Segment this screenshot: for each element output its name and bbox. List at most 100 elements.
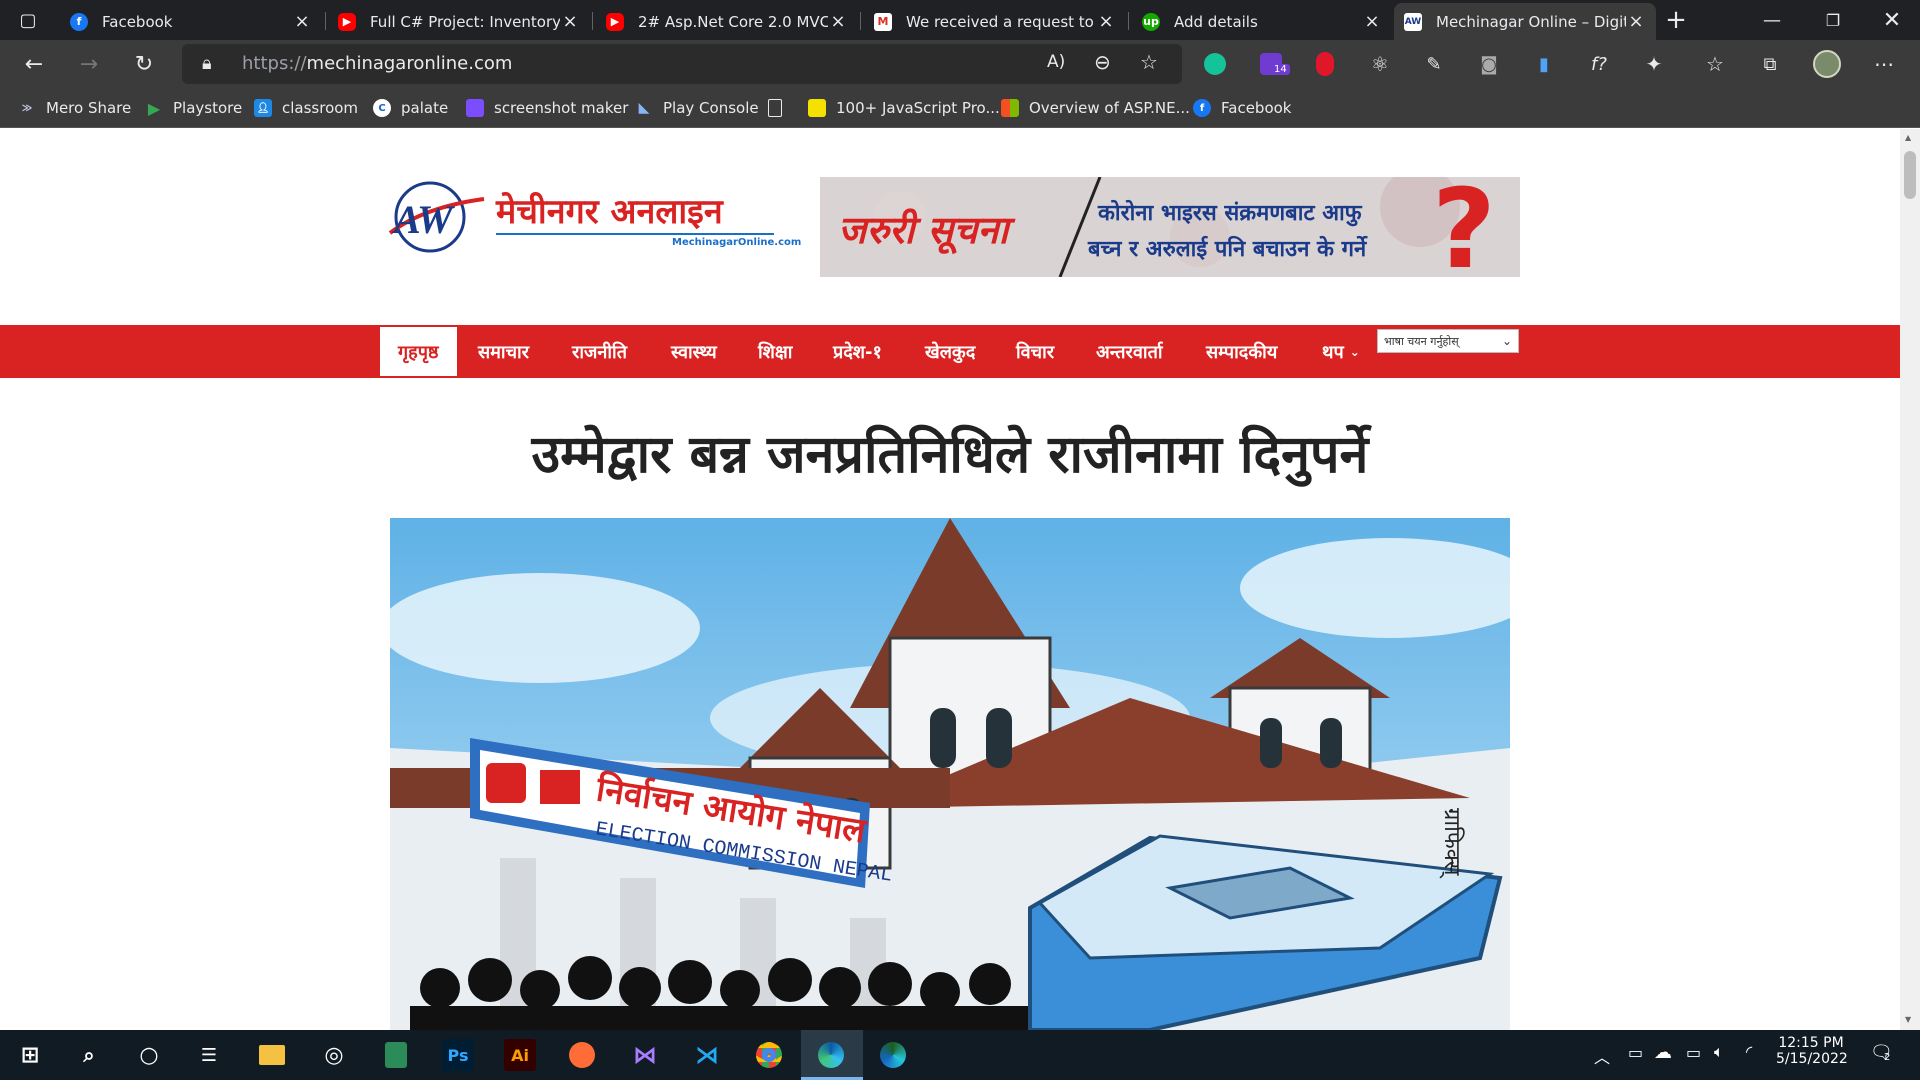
nav-health[interactable]: स्वास्थ्य <box>671 325 717 378</box>
grammarly-icon[interactable] <box>1199 48 1231 80</box>
new-tab-icon[interactable]: + <box>1660 4 1692 36</box>
onedrive-icon[interactable]: ☁ <box>1654 1042 1672 1063</box>
nav-interview[interactable]: अन्तरवार्ता <box>1096 325 1163 378</box>
minimize-icon[interactable]: — <box>1756 4 1788 36</box>
reload-icon[interactable]: ↻ <box>128 48 160 80</box>
nav-politics[interactable]: राजनीति <box>572 325 627 378</box>
nav-more[interactable]: थप ⌄ <box>1322 325 1360 378</box>
tab-gmail[interactable]: M We received a request to up × <box>864 3 1126 40</box>
edge-icon[interactable] <box>815 1039 847 1071</box>
url-text[interactable]: https://mechinagaronline.com <box>242 53 512 74</box>
logo-underline <box>496 233 774 235</box>
extension-red-icon[interactable] <box>1309 48 1341 80</box>
obs-icon[interactable]: ◎ <box>318 1039 350 1071</box>
nav-education[interactable]: शिक्षा <box>758 325 792 378</box>
close-icon[interactable]: × <box>1362 11 1382 32</box>
back-icon[interactable]: ← <box>18 48 50 80</box>
cortana-icon[interactable]: ○ <box>133 1039 165 1071</box>
bookmark-classroom[interactable]: 👤︎ classroom <box>254 88 358 128</box>
windows-start-icon[interactable]: ⊞ <box>14 1039 46 1071</box>
nav-editorial[interactable]: सम्पादकीय <box>1206 325 1277 378</box>
tab-actions-icon[interactable]: ▢ <box>12 4 44 36</box>
zoom-icon[interactable]: ⊖ <box>1094 50 1111 74</box>
address-bar[interactable]: 🔒︎ https://mechinagaronline.com A) ⊖ ☆ <box>182 44 1182 84</box>
tab-mechinagar-online[interactable]: AW Mechinagar Online – Digita × <box>1394 3 1656 40</box>
tab-facebook[interactable]: f Facebook × <box>60 3 322 40</box>
scroll-up-icon[interactable]: ▲ <box>1905 133 1911 142</box>
photoshop-icon[interactable]: Ps <box>442 1039 474 1071</box>
scroll-down-icon[interactable]: ▼ <box>1905 1015 1911 1024</box>
bookmark-play-console[interactable]: ◣ Play Console <box>635 88 759 128</box>
close-window-icon[interactable]: ✕ <box>1876 4 1908 36</box>
nav-news[interactable]: समाचार <box>478 325 529 378</box>
extensions-icon[interactable]: ✦ <box>1638 48 1670 80</box>
chrome-icon[interactable] <box>753 1039 785 1071</box>
profile-avatar-icon[interactable] <box>1811 48 1843 80</box>
bookmark-aspnet-overview[interactable]: Overview of ASP.NE... <box>1001 88 1190 128</box>
app-installer-icon[interactable] <box>380 1039 412 1071</box>
close-icon[interactable]: × <box>828 11 848 32</box>
page-scrollbar[interactable]: ▲ ▼ <box>1900 129 1920 1030</box>
windows-taskbar: ⊞ ⌕ ○ ☰ ◎ Ps Ai ⋈ ⋊ ︿ ▭ ☁ ▭ 🔈︎ ◜ 12:15 P… <box>0 1030 1920 1080</box>
close-icon[interactable]: × <box>292 11 312 32</box>
corona-notice-banner[interactable]: जरुरी सूचना कोरोना भाइरस संक्रमणबाट आफु … <box>820 177 1520 277</box>
bookmark-javascript-projects[interactable]: 100+ JavaScript Pro... <box>808 88 1000 128</box>
playstore-icon: ▶ <box>147 98 161 118</box>
bookmark-label: Play Console <box>663 99 759 117</box>
visual-studio-icon[interactable]: ⋈ <box>629 1039 661 1071</box>
bookmark-palate[interactable]: Cpalate <box>373 88 448 128</box>
forward-icon[interactable]: → <box>73 48 105 80</box>
meet-now-icon[interactable]: ▭ <box>1628 1043 1643 1062</box>
more-menu-icon[interactable]: ⋯ <box>1868 48 1900 80</box>
close-icon[interactable]: × <box>560 11 580 32</box>
question-mark-icon: ? <box>1432 177 1496 277</box>
collections-icon[interactable]: ⧉ <box>1754 48 1786 80</box>
file-explorer-icon[interactable] <box>256 1039 288 1071</box>
lock-icon[interactable]: 🔒︎ <box>202 53 212 74</box>
bookmark-screenshot-maker[interactable]: screenshot maker <box>466 88 628 128</box>
edge-dev-icon[interactable] <box>877 1039 909 1071</box>
show-hidden-icons-icon[interactable]: ︿ <box>1594 1044 1610 1068</box>
vscode-icon[interactable]: ⋊ <box>691 1039 723 1071</box>
font-finder-icon[interactable]: f? <box>1583 48 1615 80</box>
extension-purple-icon[interactable]: 14 <box>1255 48 1290 80</box>
language-select[interactable]: भाषा चयन गर्नुहोस् ⌄ <box>1377 329 1519 353</box>
tab-upwork[interactable]: up Add details × <box>1132 3 1392 40</box>
postman-icon[interactable] <box>566 1039 598 1071</box>
bookmark-playstore[interactable]: ▶ Playstore <box>145 88 242 128</box>
nav-sports[interactable]: खेलकुद <box>925 325 975 378</box>
tab-divider <box>860 12 861 30</box>
task-view-icon[interactable]: ☰ <box>193 1039 225 1071</box>
read-aloud-icon[interactable]: A) <box>1047 52 1065 72</box>
volume-icon[interactable]: 🔈︎ <box>1714 1042 1724 1062</box>
tab-youtube-csharp[interactable]: ▶ Full C# Project: Inventory M × <box>328 3 590 40</box>
article-headline[interactable]: उम्मेद्वार बन्न जनप्रतिनिधिले राजीनामा द… <box>0 417 1900 488</box>
youtube-icon: ▶ <box>606 12 624 31</box>
nav-province-1[interactable]: प्रदेश-१ <box>833 325 882 378</box>
bookmark-facebook[interactable]: f Facebook <box>1193 88 1291 128</box>
close-icon[interactable]: × <box>1096 11 1116 32</box>
bookmark-mero-share[interactable]: ≫ Mero Share <box>18 88 131 128</box>
scrollbar-thumb[interactable] <box>1904 151 1916 199</box>
add-favorite-icon[interactable]: ☆ <box>1140 50 1158 74</box>
nav-home[interactable]: गृहपृष्ठ <box>380 327 457 376</box>
illustrator-icon[interactable]: Ai <box>504 1039 536 1071</box>
bookmark-blank-page[interactable] <box>768 88 792 128</box>
nav-opinion[interactable]: विचार <box>1016 325 1054 378</box>
color-picker-icon[interactable]: ✎ <box>1418 48 1450 80</box>
battery-icon[interactable]: ▭ <box>1686 1043 1701 1062</box>
taskbar-clock[interactable]: 12:15 PM 5/15/2022 <box>1776 1035 1848 1067</box>
article-hero-image[interactable]: निर्वाचन आयोग नेपाल ELECTION COMMISSION … <box>390 518 1510 1030</box>
analytics-icon[interactable]: ▮ <box>1528 48 1560 80</box>
screenshot-icon[interactable]: ◙ <box>1473 48 1505 80</box>
search-icon[interactable]: ⌕ <box>73 1039 105 1071</box>
extension-badge: 14 <box>1271 64 1290 75</box>
tab-youtube-aspnet[interactable]: ▶ 2# Asp.Net Core 2.0 MVC - × <box>596 3 858 40</box>
react-devtools-icon[interactable]: ⚛ <box>1364 48 1396 80</box>
wifi-icon[interactable]: ◜ <box>1746 1042 1752 1061</box>
favorites-icon[interactable]: ☆ <box>1699 48 1731 80</box>
close-icon[interactable]: × <box>1626 11 1646 32</box>
restore-icon[interactable]: ❐ <box>1817 4 1849 36</box>
chevron-down-icon: ⌄ <box>1349 344 1360 359</box>
site-logo[interactable]: AW मेचीनगर अनलाइन MechinagarOnline.com <box>384 177 801 257</box>
